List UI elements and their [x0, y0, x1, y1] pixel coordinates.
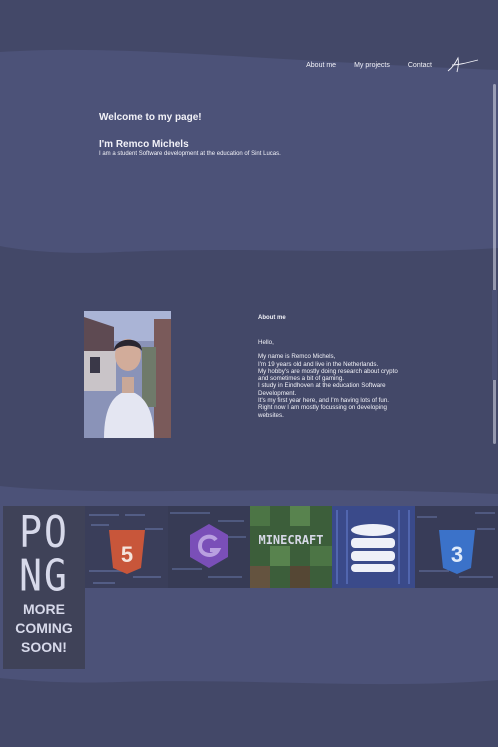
html-project-card[interactable]: 5: [85, 506, 168, 588]
nav-my-projects[interactable]: My projects: [354, 62, 390, 69]
more-line: COMING: [15, 620, 73, 636]
more-line: SOON!: [21, 639, 67, 655]
page-scrollbar[interactable]: [493, 84, 496, 444]
signature-logo-icon[interactable]: [446, 56, 480, 74]
minecraft-logo-text: MINECRAFT: [258, 533, 323, 547]
main-navigation: About me My projects Contact: [306, 56, 480, 74]
welcome-heading: Welcome to my page!: [99, 112, 202, 123]
hero-section-background: [0, 49, 498, 253]
css3-label: 3: [451, 542, 463, 567]
nav-about-me[interactable]: About me: [306, 62, 336, 69]
about-greeting: Hello,: [258, 339, 274, 346]
about-line: It's my first year here, and I'm having …: [258, 397, 389, 405]
pong-project-card[interactable]: PO NG MORE COMING SOON!: [3, 506, 85, 669]
pong-title-line: NG: [19, 550, 69, 601]
about-spacer: [258, 346, 398, 353]
about-line: My hobby's are mostly doing research abo…: [258, 367, 398, 383]
scrollbar-gap: [492, 290, 497, 380]
portrait-photo: [84, 311, 171, 438]
about-me-heading: About me: [258, 315, 286, 321]
database-project-card[interactable]: [332, 506, 415, 588]
more-line: MORE: [23, 601, 65, 617]
css-project-card[interactable]: 3: [415, 506, 498, 588]
about-line: My name is Remco Michels,: [258, 353, 336, 361]
database-icon: [351, 524, 395, 572]
minecraft-project-card[interactable]: MINECRAFT: [250, 506, 332, 588]
tagline-text: I am a student Software development at t…: [99, 151, 281, 157]
more-coming-soon-text: MORE COMING SOON!: [3, 600, 85, 657]
pong-title: PO NG: [3, 510, 85, 597]
about-me-text: Hello, My name is Remco Michels, I'm 19 …: [258, 339, 398, 419]
about-line: I'm 19 years old and live in the Netherl…: [258, 360, 379, 368]
nav-contact[interactable]: Contact: [408, 62, 432, 69]
about-line: I study in Eindhoven at the education So…: [258, 382, 386, 397]
pong-title-line: PO: [19, 506, 69, 558]
about-line: Right now I am mostly focussing on devel…: [258, 404, 387, 419]
name-heading: I'm Remco Michels: [99, 139, 189, 150]
html5-label: 5: [121, 542, 133, 567]
game-project-card[interactable]: [168, 506, 250, 588]
